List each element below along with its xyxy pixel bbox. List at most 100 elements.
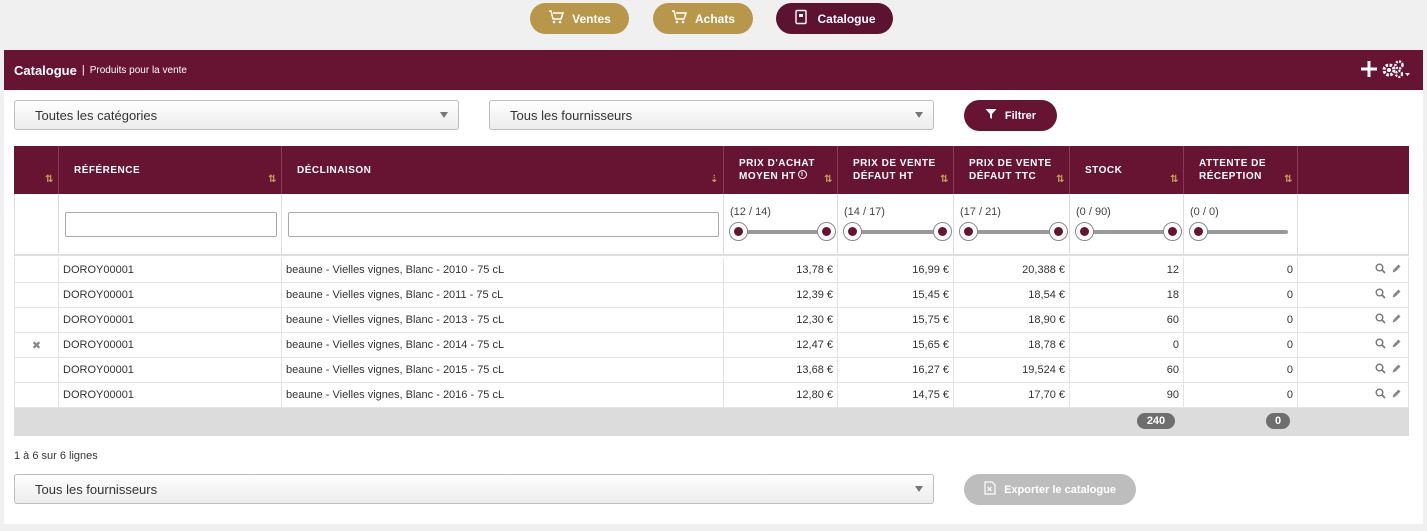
attente-slider-track[interactable]	[1196, 230, 1288, 234]
sort-icon[interactable]: ⇅	[268, 173, 277, 186]
plus-icon[interactable]	[1359, 59, 1379, 82]
search-icon[interactable]	[1375, 388, 1386, 402]
prix-achat-cell: 13,68 €	[724, 358, 838, 382]
chevron-down-icon	[440, 112, 448, 118]
footer-supplier-select[interactable]: Tous les fournisseurs	[14, 474, 934, 504]
row-count-info: 1 à 6 sur 6 lignes	[14, 450, 98, 462]
prix-achat-cell: 12,30 €	[724, 308, 838, 332]
actions-cell	[1298, 308, 1409, 332]
prix-vente-ht-cell: 16,27 €	[838, 358, 954, 382]
pencil-icon[interactable]	[1391, 263, 1402, 277]
prix-vente-ttc-slider-track[interactable]	[966, 230, 1058, 234]
filter-cell-attente: (0 / 0)	[1184, 194, 1298, 256]
row-select-cell	[14, 383, 59, 407]
gears-icon[interactable]	[1381, 59, 1411, 82]
pencil-icon[interactable]	[1391, 363, 1402, 377]
stock-min-handle[interactable]	[1075, 222, 1094, 241]
prix-achat-min-handle[interactable]	[729, 222, 748, 241]
range-label-prix-vente-ht: (14 / 17)	[844, 206, 885, 218]
prix-vente-ttc-cell: 18,54 €	[954, 283, 1070, 307]
prix-vente-ht-cell: 15,75 €	[838, 308, 954, 332]
prix-vente-ht-min-handle[interactable]	[843, 222, 862, 241]
nav-ventes-button[interactable]: Ventes	[530, 3, 629, 34]
column-header-attente[interactable]: ATTENTE DE RÉCEPTION ⇅	[1184, 146, 1298, 194]
prix-achat-cell: 13,78 €	[724, 258, 838, 282]
table-row[interactable]: DOROY00001 beaune - Vielles vignes, Blanc…	[14, 258, 1409, 283]
row-select-cell	[14, 283, 59, 307]
prix-achat-cell: 12,39 €	[724, 283, 838, 307]
column-header-actions	[1298, 146, 1409, 194]
sort-icon[interactable]: ⇅	[940, 173, 949, 186]
export-catalogue-button[interactable]: Exporter le catalogue	[964, 474, 1136, 505]
sort-alpha-icon[interactable]: ⇣	[710, 173, 719, 186]
attente-cell: 0	[1184, 333, 1298, 357]
table-row[interactable]: DOROY00001 beaune - Vielles vignes, Blanc…	[14, 358, 1409, 383]
nav-catalogue-button[interactable]: Catalogue	[776, 3, 893, 34]
nav-achats-button[interactable]: Achats	[653, 3, 753, 34]
remove-icon[interactable]: ✖	[32, 339, 41, 352]
search-icon[interactable]	[1375, 313, 1386, 327]
attente-cell: 0	[1184, 258, 1298, 282]
pencil-icon[interactable]	[1391, 338, 1402, 352]
reference-filter-input[interactable]	[65, 212, 277, 237]
prix-achat-max-handle[interactable]	[817, 222, 836, 241]
table-row[interactable]: DOROY00001 beaune - Vielles vignes, Blanc…	[14, 308, 1409, 333]
prix-vente-ttc-min-handle[interactable]	[959, 222, 978, 241]
info-icon[interactable]: i	[797, 170, 807, 179]
column-header-stock[interactable]: STOCK ⇅	[1070, 146, 1184, 194]
top-navigation: Ventes Achats Catalogue	[0, 3, 1427, 34]
sort-icon[interactable]: ⇅	[1284, 173, 1293, 186]
prix-vente-ht-slider-track[interactable]	[850, 230, 942, 234]
search-icon[interactable]	[1375, 338, 1386, 352]
attente-total-badge: 0	[1266, 413, 1290, 429]
stock-slider-track[interactable]	[1082, 230, 1172, 234]
nav-catalogue-label: Catalogue	[817, 11, 876, 26]
prix-vente-ht-cell: 15,65 €	[838, 333, 954, 357]
search-icon[interactable]	[1375, 363, 1386, 377]
prix-achat-slider-track[interactable]	[736, 230, 826, 234]
stock-cell: 60	[1070, 308, 1184, 332]
column-header-prix-vente-ttc[interactable]: PRIX DE VENTE DÉFAUT TTC ⇅	[954, 146, 1070, 194]
prix-vente-ht-max-handle[interactable]	[933, 222, 952, 241]
attente-handle[interactable]	[1189, 222, 1208, 241]
cart-icon	[548, 9, 565, 28]
declinaison-filter-input[interactable]	[288, 212, 719, 237]
stock-total-badge: 240	[1137, 413, 1175, 429]
table-row[interactable]: ✖ DOROY00001 beaune - Vielles vignes, Blan…	[14, 333, 1409, 358]
sort-icon[interactable]: ⇅	[1170, 173, 1179, 186]
stock-cell: 0	[1070, 333, 1184, 357]
column-header-select[interactable]: ⇅	[14, 146, 59, 194]
category-select[interactable]: Toutes les catégories	[14, 100, 459, 130]
supplier-select[interactable]: Tous les fournisseurs	[489, 100, 934, 130]
reference-cell: DOROY00001	[59, 258, 282, 282]
column-header-prix-achat[interactable]: PRIX D'ACHAT MOYEN HT i ⇅	[724, 146, 838, 194]
pencil-icon[interactable]	[1391, 388, 1402, 402]
column-header-reference[interactable]: RÉFÉRENCE ⇅	[59, 146, 282, 194]
column-header-declinaison[interactable]: DÉCLINAISON ⇣	[282, 146, 724, 194]
title-separator: |	[81, 64, 85, 76]
pencil-icon[interactable]	[1391, 313, 1402, 327]
reference-cell: DOROY00001	[59, 383, 282, 407]
filter-button[interactable]: Filtrer	[964, 100, 1057, 131]
prix-vente-ht-cell: 14,75 €	[838, 383, 954, 407]
prix-vente-ttc-max-handle[interactable]	[1049, 222, 1068, 241]
stock-max-handle[interactable]	[1163, 222, 1182, 241]
pencil-icon[interactable]	[1391, 288, 1402, 302]
table-row[interactable]: DOROY00001 beaune - Vielles vignes, Blanc…	[14, 283, 1409, 308]
search-icon[interactable]	[1375, 288, 1386, 302]
filter-cell-prix-vente-ht: (14 / 17)	[838, 194, 954, 256]
actions-cell	[1298, 383, 1409, 407]
range-label-stock: (0 / 90)	[1076, 206, 1111, 218]
table-row[interactable]: DOROY00001 beaune - Vielles vignes, Blanc…	[14, 383, 1409, 408]
stock-cell: 60	[1070, 358, 1184, 382]
column-label-attente: ATTENTE DE RÉCEPTION	[1199, 158, 1267, 182]
column-header-prix-vente-ht[interactable]: PRIX DE VENTE DÉFAUT HT ⇅	[838, 146, 954, 194]
sort-icon[interactable]: ⇅	[1056, 173, 1065, 186]
sort-icon[interactable]: ⇅	[45, 173, 54, 186]
row-select-cell	[14, 308, 59, 332]
search-icon[interactable]	[1375, 263, 1386, 277]
sort-icon[interactable]: ⇅	[824, 173, 833, 186]
stock-cell: 90	[1070, 383, 1184, 407]
category-select-value: Toutes les catégories	[35, 107, 158, 123]
attente-cell: 0	[1184, 308, 1298, 332]
